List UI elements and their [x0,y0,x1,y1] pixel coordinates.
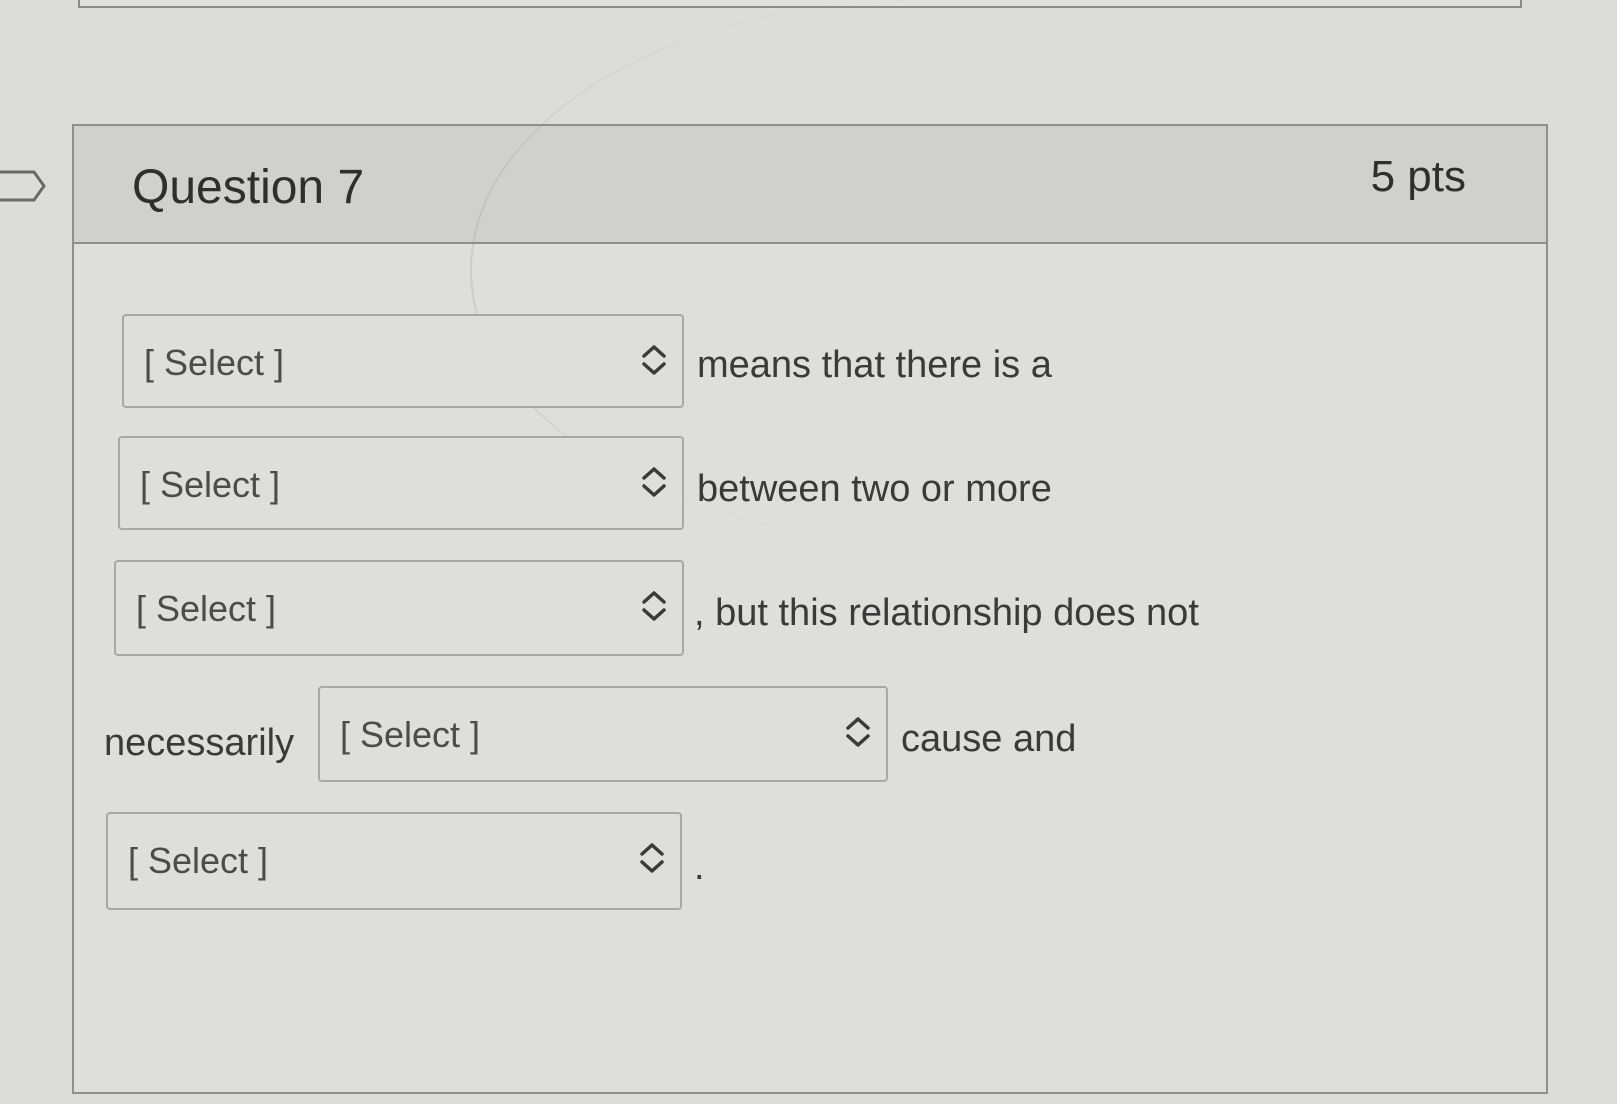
blank-4-select-label: [ Select ] [340,714,481,755]
blank-5-select-label: [ Select ] [128,840,269,881]
chevron-up-down-icon [640,843,664,873]
chevron-up-down-icon [642,467,666,497]
blank-1-select-label: [ Select ] [144,342,285,383]
stem-text-1: means that there is a [697,344,1052,386]
question-header: Question 7 5 pts [74,126,1546,244]
chevron-up-down-icon [642,591,666,621]
stem-text-3: , but this relationship does not [694,592,1199,634]
blank-3-select-label: [ Select ] [136,588,277,629]
stem-text-4: cause and [901,718,1077,760]
blank-3-dropdown[interactable]: [ Select ] [114,560,684,656]
stem-text-2: between two or more [697,468,1052,510]
question-points: 5 pts [1370,152,1466,201]
chevron-up-down-icon [642,345,666,375]
question-title: Question 7 [132,161,365,214]
chevron-up-down-icon [846,717,870,747]
bookmark-flag-icon[interactable] [0,168,46,204]
blank-4-dropdown[interactable]: [ Select ] [318,686,888,782]
blank-2-dropdown[interactable]: [ Select ] [118,436,684,530]
blank-5-dropdown[interactable]: [ Select ] [106,812,682,910]
stem-text-4-prefix: necessarily [104,722,295,764]
stem-text-5: . [694,846,705,888]
blank-1-dropdown[interactable]: [ Select ] [122,314,684,408]
blank-2-select-label: [ Select ] [140,464,281,505]
previous-question-box [78,0,1522,8]
